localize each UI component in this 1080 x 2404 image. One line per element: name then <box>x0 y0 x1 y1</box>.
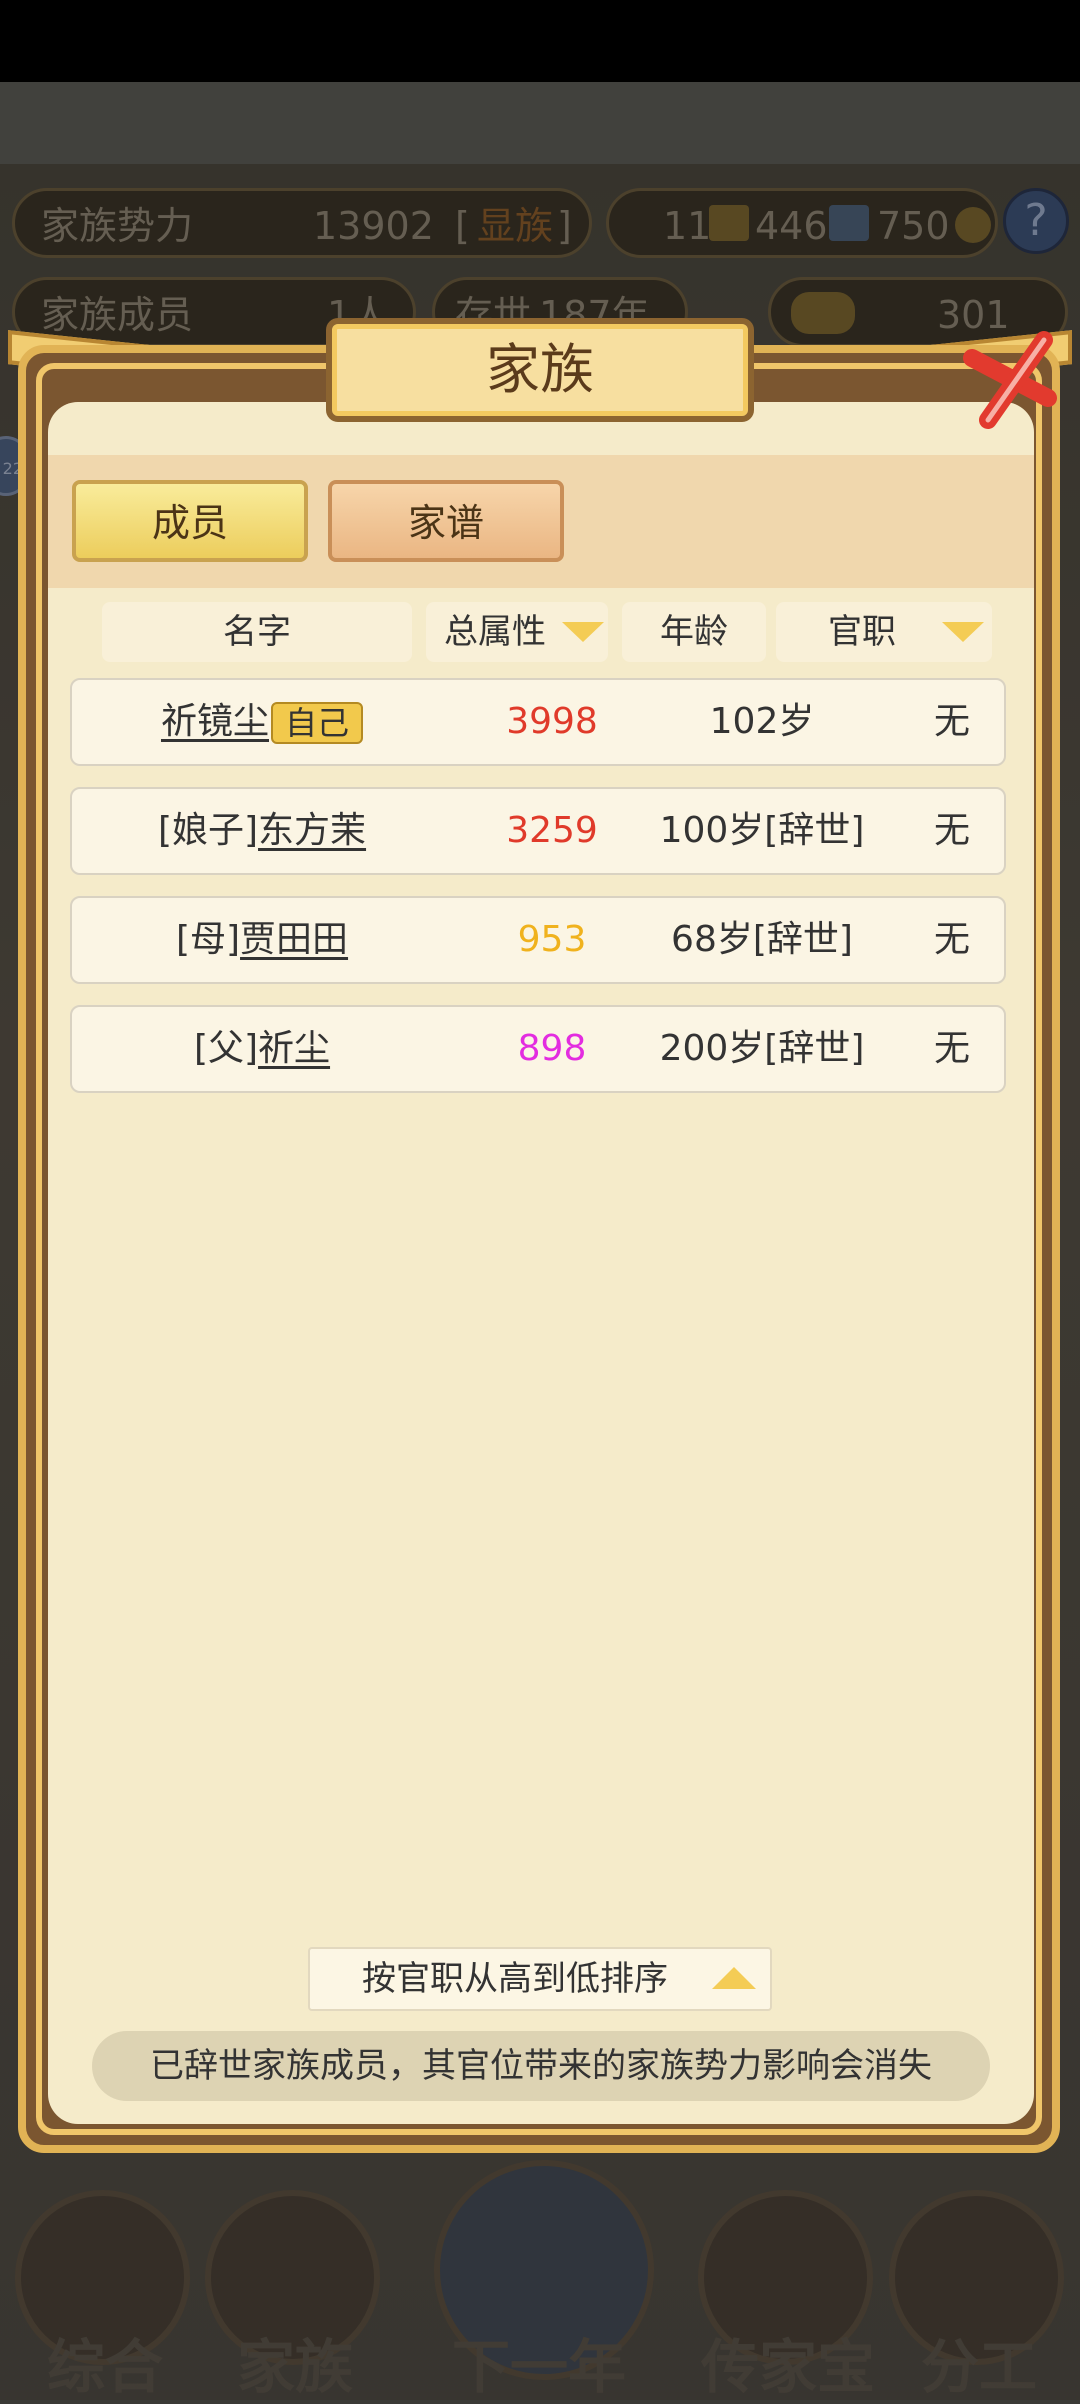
member-post: 无 <box>933 919 970 960</box>
column-header-attribute[interactable]: 总属性 <box>426 602 608 662</box>
member-post: 无 <box>933 1028 970 1069</box>
status-bar <box>0 0 1080 82</box>
notice-banner: 已辞世家族成员，其官位带来的家族势力影响会消失 <box>92 2031 990 2101</box>
tab-genealogy[interactable]: 家谱 <box>328 480 564 562</box>
member-age: 68岁[辞世] <box>671 919 853 960</box>
member-name[interactable]: 东方茉 <box>258 810 366 851</box>
member-relation: [母] <box>175 919 241 960</box>
member-name-cell: [娘子]东方茉 <box>72 789 452 873</box>
tab-members[interactable]: 成员 <box>72 480 308 562</box>
sort-toggle-button[interactable]: 按官职从高到低排序 <box>308 1947 772 2011</box>
table-row[interactable]: [母]贾田田 953 68岁[辞世] 无 <box>70 896 1006 984</box>
member-name[interactable]: 贾田田 <box>240 919 348 960</box>
total-attribute: 898 <box>517 1028 587 1069</box>
total-attribute: 953 <box>517 919 587 960</box>
sort-down-icon <box>562 622 604 642</box>
table-row[interactable]: [父]祈尘 898 200岁[辞世] 无 <box>70 1005 1006 1093</box>
member-relation: [娘子] <box>157 810 259 851</box>
member-post: 无 <box>933 701 970 742</box>
table-row[interactable]: 祈镜尘 自己 3998 102岁 无 <box>70 678 1006 766</box>
column-header-name-label: 名字 <box>223 612 291 652</box>
member-age: 100岁[辞世] <box>659 810 865 851</box>
member-name[interactable]: 祈尘 <box>258 1028 330 1069</box>
sort-up-icon <box>712 1967 756 1989</box>
close-icon <box>963 331 1057 429</box>
member-post: 无 <box>933 810 970 851</box>
tab-genealogy-label: 家谱 <box>407 501 484 545</box>
member-relation: [父] <box>193 1028 259 1069</box>
member-name[interactable]: 祈镜尘 <box>161 701 269 742</box>
member-name-cell: [母]贾田田 <box>72 898 452 982</box>
total-attribute: 3998 <box>506 701 598 742</box>
member-age: 200岁[辞世] <box>659 1028 865 1069</box>
column-header-name[interactable]: 名字 <box>102 602 412 662</box>
member-name-cell: 祈镜尘 自己 <box>72 680 452 764</box>
column-header-age[interactable]: 年龄 <box>622 602 766 662</box>
column-header-post[interactable]: 官职 <box>776 602 992 662</box>
close-button[interactable] <box>952 318 1068 434</box>
modal-title-plate: 家族 <box>326 318 754 422</box>
sort-down-icon <box>942 622 984 642</box>
sort-toggle-label: 按官职从高到低排序 <box>362 1959 668 1999</box>
modal-title: 家族 <box>486 338 594 401</box>
self-badge: 自己 <box>271 702 364 744</box>
tab-members-label: 成员 <box>151 501 228 545</box>
column-header-post-label: 官职 <box>828 612 896 652</box>
column-header-attribute-label: 总属性 <box>444 612 546 652</box>
table-row[interactable]: [娘子]东方茉 3259 100岁[辞世] 无 <box>70 787 1006 875</box>
member-name-cell: [父]祈尘 <box>72 1007 452 1091</box>
member-age: 102岁 <box>709 701 815 742</box>
column-header-age-label: 年龄 <box>660 612 728 652</box>
total-attribute: 3259 <box>506 810 598 851</box>
